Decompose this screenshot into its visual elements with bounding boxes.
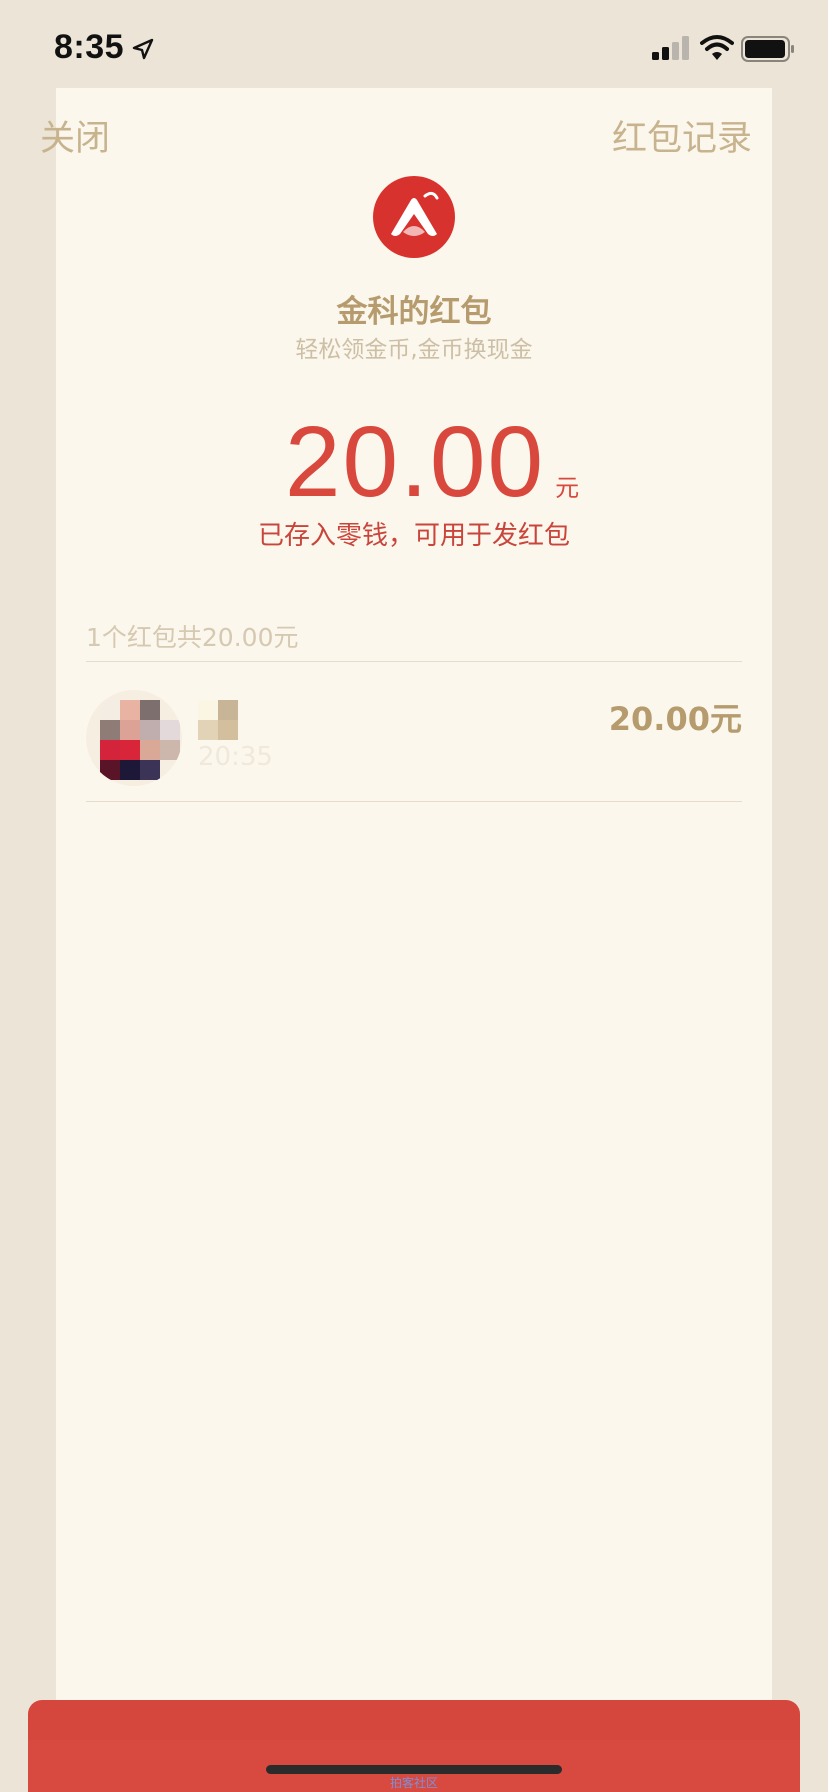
amount-unit: 元 [555,474,580,502]
receiver-list-item[interactable]: 20:35 20.00元 [86,690,742,790]
divider [86,661,742,662]
receiver-amount: 20.00元 [608,700,742,738]
deposit-note: 已存入零钱，可用于发红包 [257,521,570,551]
divider [86,801,742,802]
envelope-summary: 1个红包共20.00元 [86,623,299,652]
cellular-signal-icon [652,36,689,60]
red-envelope-records-link[interactable]: 红包记录 [612,110,752,161]
received-amount: 20.00 元 [0,405,828,518]
location-arrow-icon [132,38,154,60]
sender-slogan: 轻松领金币,金币换现金 [295,337,533,363]
receiver-name-pixelated [198,700,238,740]
battery-icon [741,36,794,62]
bottom-watermark-caption: 拍客社区 [389,1776,438,1790]
red-envelope-app-logo-icon [373,176,455,258]
close-button[interactable]: 关闭 [40,110,110,161]
wifi-icon [700,35,734,60]
status-time: 8:35 [54,28,125,66]
status-bar: 8:35 [0,0,828,96]
home-indicator[interactable] [266,1765,562,1774]
amount-value: 20.00 [284,406,546,518]
receive-time: 20:35 [198,742,273,772]
receiver-avatar [86,690,182,786]
sender-name: 金科的红包 [336,294,492,330]
